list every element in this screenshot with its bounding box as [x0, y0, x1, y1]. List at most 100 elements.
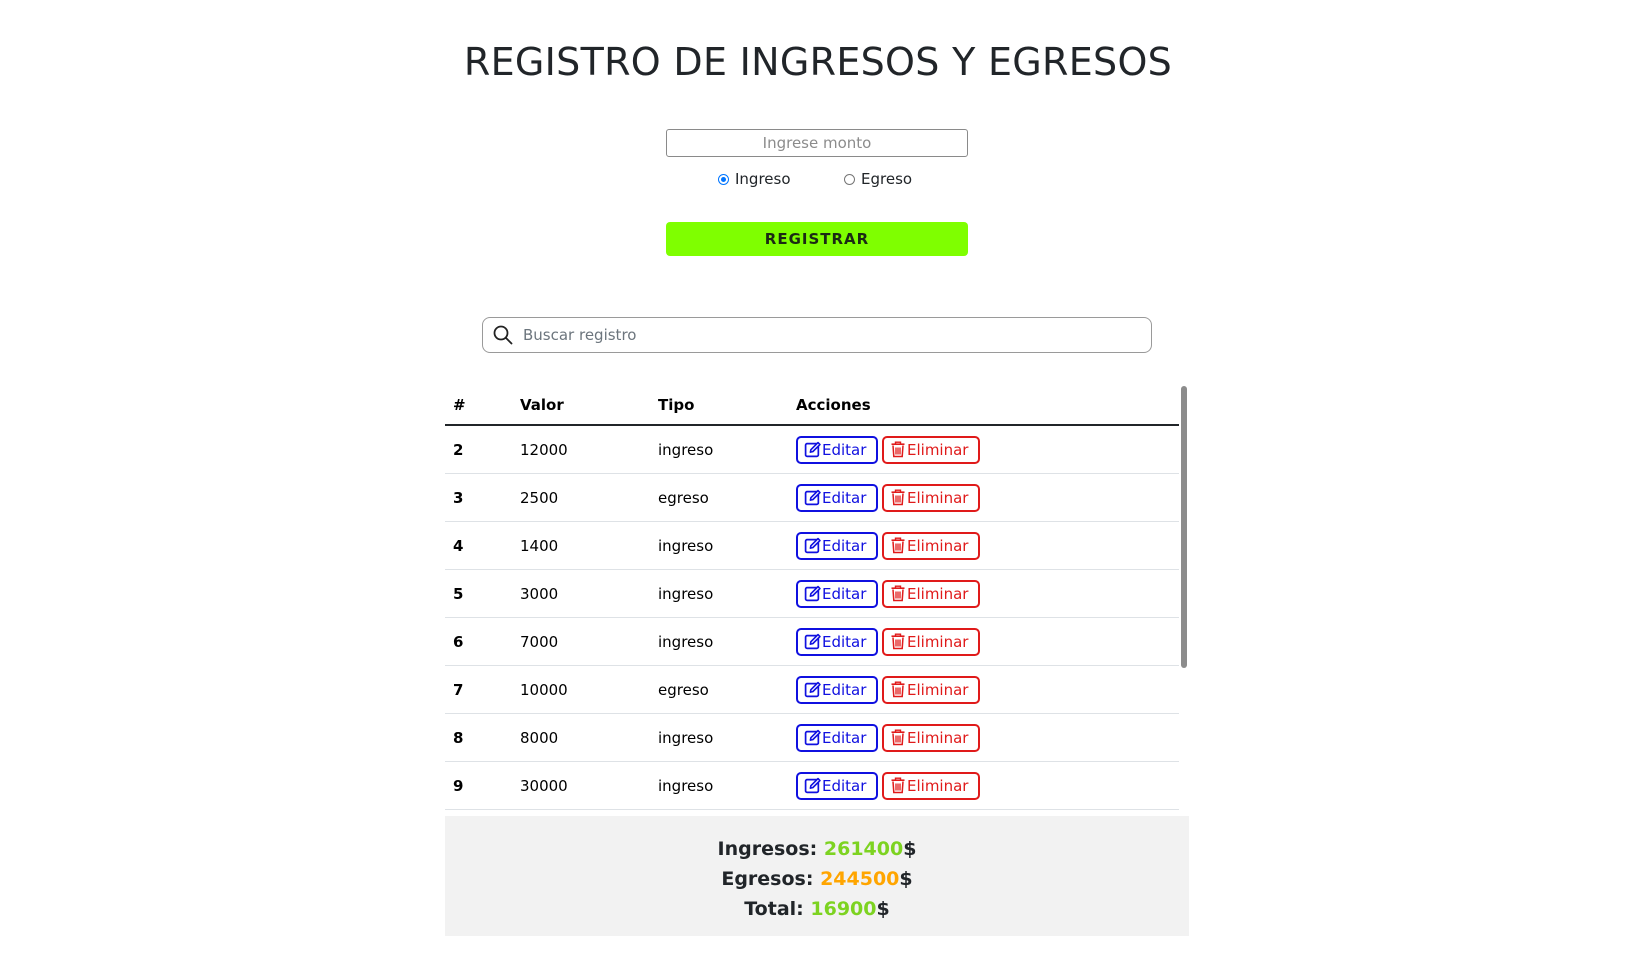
edit-button-label: Editar [822, 680, 867, 699]
summary-total: Total: 16900$ [445, 894, 1189, 924]
trash-icon [891, 489, 905, 506]
delete-button-label: Eliminar [907, 728, 969, 747]
egresos-label: Egresos: [721, 868, 814, 890]
row-actions: Editar Eliminar [788, 665, 1179, 714]
trash-icon [891, 777, 905, 794]
register-button[interactable]: REGISTRAR [666, 222, 968, 256]
table-row: 6 7000 ingreso Editar Eliminar [445, 617, 1179, 666]
delete-button[interactable]: Eliminar [882, 675, 980, 704]
table-row: 9 30000 ingreso Editar Eliminar [445, 761, 1179, 810]
trash-icon [891, 585, 905, 602]
trash-icon [891, 633, 905, 650]
edit-icon [804, 441, 821, 458]
radio-egreso-circle[interactable] [844, 173, 855, 185]
edit-button[interactable]: Editar [796, 531, 878, 560]
row-valor: 30000 [512, 761, 650, 810]
summary-ingresos: Ingresos: 261400$ [445, 834, 1189, 864]
row-actions: Editar Eliminar [788, 569, 1179, 618]
edit-button[interactable]: Editar [796, 483, 878, 512]
row-actions: Editar Eliminar [788, 617, 1179, 666]
edit-button-label: Editar [822, 776, 867, 795]
row-valor: 1400 [512, 521, 650, 570]
delete-button[interactable]: Eliminar [882, 435, 980, 464]
edit-icon [804, 585, 821, 602]
row-actions-group: Editar Eliminar [796, 627, 1179, 656]
total-currency: $ [876, 898, 890, 920]
row-actions: Editar Eliminar [788, 521, 1179, 570]
header-acciones: Acciones [788, 386, 1179, 426]
row-actions: Editar Eliminar [788, 713, 1179, 762]
row-tipo: ingreso [650, 761, 788, 810]
edit-button-label: Editar [822, 440, 867, 459]
egresos-value: 244500 [820, 868, 900, 890]
edit-button-label: Editar [822, 728, 867, 747]
header-valor: Valor [512, 386, 650, 426]
table-row: 5 3000 ingreso Editar Eliminar [445, 569, 1179, 618]
row-actions-group: Editar Eliminar [796, 483, 1179, 512]
row-actions: Editar Eliminar [788, 425, 1179, 474]
delete-button-label: Eliminar [907, 776, 969, 795]
row-actions-group: Editar Eliminar [796, 579, 1179, 608]
delete-button[interactable]: Eliminar [882, 531, 980, 560]
row-actions-group: Editar Eliminar [796, 531, 1179, 560]
delete-button[interactable]: Eliminar [882, 627, 980, 656]
search-box[interactable] [482, 317, 1152, 353]
delete-button-label: Eliminar [907, 632, 969, 651]
edit-icon [804, 777, 821, 794]
ingresos-value: 261400 [823, 838, 904, 860]
row-valor: 7000 [512, 617, 650, 666]
row-tipo: ingreso [650, 521, 788, 570]
row-num: 5 [445, 569, 512, 618]
edit-icon [804, 537, 821, 554]
radio-ingreso-circle[interactable] [718, 173, 729, 185]
table-row: 8 8000 ingreso Editar Eliminar [445, 713, 1179, 762]
ingresos-label: Ingresos: [717, 838, 818, 860]
trash-icon [891, 681, 905, 698]
delete-button[interactable]: Eliminar [882, 579, 980, 608]
edit-button[interactable]: Editar [796, 675, 878, 704]
row-actions-group: Editar Eliminar [796, 435, 1179, 464]
summary-egresos: Egresos: 244500$ [445, 864, 1189, 894]
header-num: # [445, 386, 512, 426]
total-value: 16900 [810, 898, 877, 920]
edit-button[interactable]: Editar [796, 435, 878, 464]
radio-egreso-label: Egreso [861, 170, 913, 188]
edit-button[interactable]: Editar [796, 627, 878, 656]
edit-button[interactable]: Editar [796, 579, 878, 608]
row-tipo: ingreso [650, 425, 788, 474]
delete-button-label: Eliminar [907, 584, 969, 603]
edit-button-label: Editar [822, 584, 867, 603]
page-title: REGISTRO DE INGRESOS Y EGRESOS [463, 40, 1173, 84]
table-scrollbar[interactable] [1181, 386, 1187, 668]
delete-button-label: Eliminar [907, 680, 969, 699]
row-actions-group: Editar Eliminar [796, 723, 1179, 752]
row-tipo: egreso [650, 473, 788, 522]
row-num: 7 [445, 665, 512, 714]
table-row: 4 1400 ingreso Editar Eliminar [445, 521, 1179, 570]
delete-button[interactable]: Eliminar [882, 483, 980, 512]
table-row: 7 10000 egreso Editar Eliminar [445, 665, 1179, 714]
edit-icon [804, 633, 821, 650]
table-header-row: # Valor Tipo Acciones [445, 386, 1179, 426]
edit-button[interactable]: Editar [796, 723, 878, 752]
table-row: 2 12000 ingreso Editar Eliminar [445, 425, 1179, 474]
search-input[interactable] [523, 326, 1123, 344]
row-actions-group: Editar Eliminar [796, 675, 1179, 704]
trash-icon [891, 537, 905, 554]
edit-button[interactable]: Editar [796, 771, 878, 800]
total-label: Total: [744, 898, 804, 920]
row-num: 4 [445, 521, 512, 570]
trash-icon [891, 441, 905, 458]
table-row: 3 2500 egreso Editar Eliminar [445, 473, 1179, 522]
type-radio-group: Ingreso Egreso [718, 170, 938, 192]
row-valor: 8000 [512, 713, 650, 762]
delete-button[interactable]: Eliminar [882, 723, 980, 752]
amount-input[interactable] [666, 129, 968, 157]
row-valor: 2500 [512, 473, 650, 522]
delete-button[interactable]: Eliminar [882, 771, 980, 800]
records-table-container: # Valor Tipo Acciones 2 12000 ingreso Edita… [445, 386, 1179, 812]
row-num: 9 [445, 761, 512, 810]
ingresos-currency: $ [903, 838, 917, 860]
radio-egreso[interactable]: Egreso [844, 170, 912, 188]
radio-ingreso[interactable]: Ingreso [718, 170, 791, 188]
